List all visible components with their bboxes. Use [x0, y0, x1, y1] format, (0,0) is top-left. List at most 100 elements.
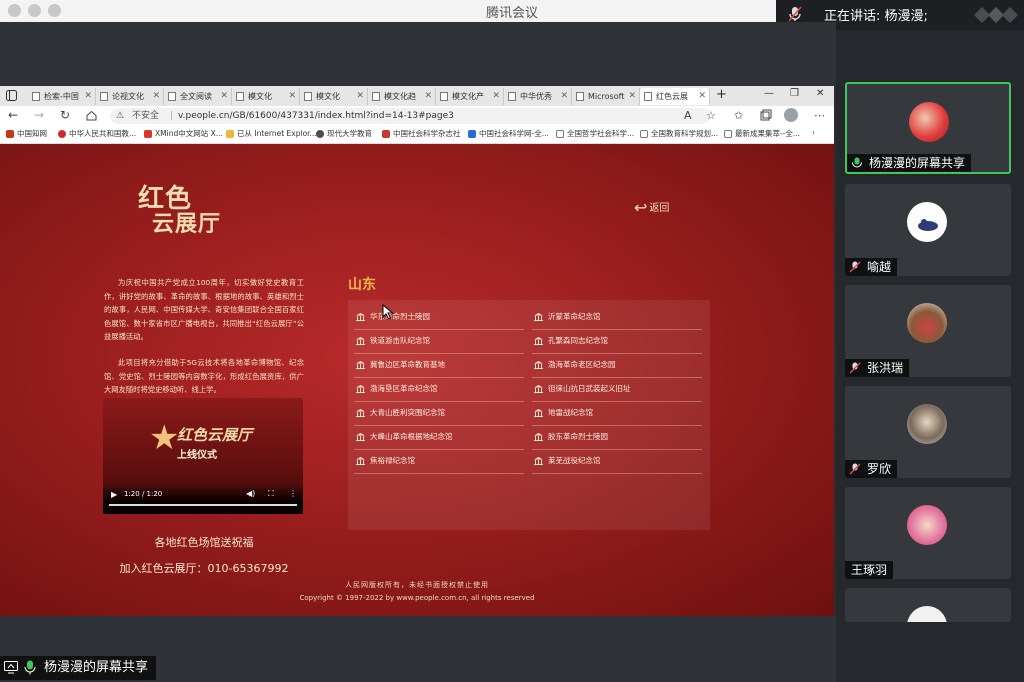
favorite-star-icon[interactable]: ☆ [706, 109, 716, 122]
close-tab-icon[interactable]: ✕ [152, 88, 160, 105]
home-icon[interactable] [86, 110, 97, 121]
museum-item[interactable]: 胶东革命烈士陵园 [532, 426, 702, 450]
close-tab-icon[interactable]: ✕ [560, 88, 568, 105]
museum-icon [534, 433, 543, 441]
play-icon[interactable]: ▶ [111, 490, 117, 499]
more-menu-icon[interactable]: ⋯ [814, 109, 825, 122]
close-window-button[interactable] [8, 4, 21, 17]
participant-tile-5[interactable]: 王琢羽 [845, 487, 1011, 579]
close-tab-icon[interactable]: ✕ [288, 88, 296, 105]
read-aloud-icon[interactable]: A [684, 109, 692, 122]
participant-tile-3[interactable]: 张洪瑞 [845, 285, 1011, 377]
favorite-link[interactable]: 全国哲学社会科学... [556, 128, 634, 139]
more-options-icon[interactable]: ⋮ [289, 489, 297, 498]
tab-actions-icon[interactable] [6, 90, 17, 101]
museum-item[interactable]: 渤海革命老区纪念园 [532, 354, 702, 378]
favorite-link[interactable]: 中国知网 [6, 128, 47, 139]
tab-4[interactable]: 模文化 ✕ [232, 88, 300, 105]
museum-icon [534, 385, 543, 393]
video-progress-bar[interactable] [109, 504, 297, 506]
page-icon [304, 92, 312, 101]
tab-5[interactable]: 模文化 ✕ [300, 88, 368, 105]
close-tab-icon[interactable]: ✕ [356, 88, 364, 105]
province-title: 山东 [348, 277, 376, 293]
site-icon [58, 130, 66, 138]
favorite-link[interactable]: 已从 Internet Explor... [226, 128, 317, 139]
favorites-more-icon[interactable]: › [812, 128, 815, 137]
refresh-icon[interactable]: ↻ [60, 108, 70, 122]
tab-9[interactable]: Microsoft ✕ [572, 88, 640, 105]
restore-browser-button[interactable]: ❐ [790, 88, 799, 99]
favorite-label: 中国知网 [17, 129, 47, 138]
close-tab-icon[interactable]: ✕ [698, 88, 706, 105]
launch-video-player[interactable]: ★ 红色云展厅 上线仪式 ▶ 1:20 / 1:20 ◀) ⛶ ⋮ [103, 398, 303, 514]
museum-icon [534, 457, 543, 465]
tab-7[interactable]: 模文化产 ✕ [436, 88, 504, 105]
museum-name: 焦裕禄纪念馆 [370, 456, 415, 465]
museum-item[interactable]: 华东革命烈士陵园 [354, 306, 524, 330]
screen-share-icon [4, 661, 18, 674]
museum-icon [534, 337, 543, 345]
museum-item[interactable]: 渤海垦区革命纪念馆 [354, 378, 524, 402]
tab-1[interactable]: 检索-中国 ✕ [28, 88, 96, 105]
close-browser-button[interactable]: ✕ [816, 88, 824, 99]
favorite-link[interactable]: 全国教育科学规划... [640, 128, 718, 139]
close-tab-icon[interactable]: ✕ [220, 88, 228, 105]
address-bar[interactable]: ⚠ 不安全 | v.people.cn/GB/61600/437331/inde… [110, 108, 710, 124]
url-separator: | [170, 111, 174, 121]
close-tab-icon[interactable]: ✕ [628, 88, 636, 105]
favorites-icon[interactable]: ✩ [734, 109, 743, 122]
favorites-bar: 中国知网 中华人民共和国教... XMind中文网站 X... 已从 Inter… [0, 126, 834, 144]
collections-icon[interactable] [760, 109, 772, 121]
tab-2[interactable]: 论视文化 ✕ [96, 88, 164, 105]
museum-item[interactable]: 莱芜战役纪念馆 [532, 450, 702, 474]
favorite-link[interactable]: 最新成果集萃--全... [724, 128, 800, 139]
tab-8[interactable]: 中华优秀 ✕ [504, 88, 572, 105]
tab-active[interactable]: 红色云展 ✕ [640, 88, 710, 105]
museum-item[interactable]: 焦裕禄纪念馆 [354, 450, 524, 474]
close-tab-icon[interactable]: ✕ [492, 88, 500, 105]
museum-item[interactable]: 沂蒙革命纪念馆 [532, 306, 702, 330]
back-link[interactable]: ↩ 返回 [634, 198, 669, 217]
museum-item[interactable]: 徂徕山抗日武装起义旧址 [532, 378, 702, 402]
favorite-link[interactable]: 中华人民共和国教... [58, 128, 136, 139]
favorite-link[interactable]: XMind中文网站 X... [144, 128, 223, 139]
museum-item[interactable]: 孔繁森同志纪念馆 [532, 330, 702, 354]
favorite-link[interactable]: 中国社会科学网-全... [468, 128, 549, 139]
tab-6[interactable]: 模文化趋 ✕ [368, 88, 436, 105]
museum-name: 渤海垦区革命纪念馆 [370, 384, 438, 393]
museum-name: 沂蒙革命纪念馆 [548, 312, 601, 321]
fullscreen-icon[interactable]: ⛶ [268, 489, 274, 499]
participant-tile-sharer[interactable]: 杨漫漫的屏幕共享 [845, 82, 1011, 174]
venue-greetings-link[interactable]: 各地红色场馆送祝福 [104, 534, 304, 550]
favorite-link[interactable]: 中国社会科学杂志社 [382, 128, 461, 139]
favorite-link[interactable]: 现代大学教育 [316, 128, 372, 139]
museum-item[interactable]: 地雷战纪念馆 [532, 402, 702, 426]
back-arrow-icon[interactable]: ← [8, 108, 18, 122]
new-tab-button[interactable]: + [716, 87, 727, 102]
profile-avatar[interactable] [784, 108, 798, 122]
museum-item[interactable]: 冀鲁边区革命教育基地 [354, 354, 524, 378]
museum-item[interactable]: 铁道游击队纪念馆 [354, 330, 524, 354]
volume-icon[interactable]: ◀) [246, 489, 255, 498]
museum-item[interactable]: 大青山胜利突围纪念馆 [354, 402, 524, 426]
forward-arrow-icon[interactable]: → [34, 108, 44, 122]
minimize-window-button[interactable] [28, 4, 41, 17]
participant-tile-6[interactable] [845, 588, 1011, 622]
video-subtitle: 上线仪式 [177, 450, 217, 461]
participant-label: 王琢羽 [845, 561, 894, 579]
site-icon [382, 130, 390, 138]
tab-3[interactable]: 全文阅读 ✕ [164, 88, 232, 105]
avatar [907, 202, 947, 242]
participant-tile-2[interactable]: 喻越 [845, 184, 1011, 276]
tab-label: 全文阅读 [180, 92, 212, 101]
close-tab-icon[interactable]: ✕ [424, 88, 432, 105]
museum-item[interactable]: 大峰山革命根据地纪念馆 [354, 426, 524, 450]
museum-icon [356, 409, 365, 417]
minimize-browser-button[interactable]: — [764, 88, 774, 99]
close-tab-icon[interactable]: ✕ [84, 88, 92, 105]
warning-icon: ⚠ [116, 111, 125, 121]
browser-window: 检索-中国 ✕ 论视文化 ✕ 全文阅读 ✕ 模文化 ✕ 模文化 ✕ 模文化趋 ✕ 模文化产 ✕… [0, 86, 834, 616]
participant-tile-4[interactable]: 罗欣 [845, 386, 1011, 478]
maximize-window-button[interactable] [48, 4, 61, 17]
